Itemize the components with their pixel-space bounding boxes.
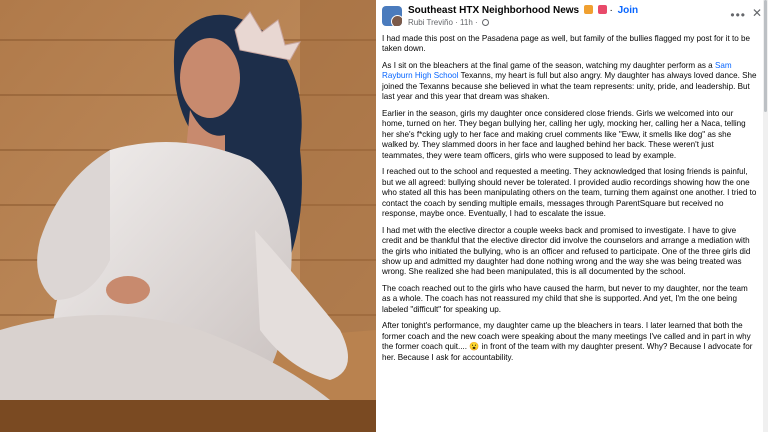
paragraph: Earlier in the season, girls my daughter… xyxy=(382,108,746,160)
post-time[interactable]: 11h xyxy=(460,18,473,27)
paragraph: I had met with the elective director a c… xyxy=(382,225,751,277)
group-line: Southeast HTX Neighborhood News · Join xyxy=(408,5,639,16)
paragraph: The coach reached out to the girls who h… xyxy=(382,283,748,314)
emoji-icon xyxy=(583,5,593,14)
emoji-icon xyxy=(597,5,607,14)
join-button[interactable]: Join xyxy=(618,5,639,16)
post-meta: Rubi Treviño · 11h · xyxy=(408,18,489,28)
group-avatar[interactable] xyxy=(382,6,402,26)
scrollbar[interactable] xyxy=(763,0,768,432)
paragraph: After tonight's performance, my daughter… xyxy=(382,321,753,362)
paragraph: As I sit on the bleachers at the final g… xyxy=(382,61,757,102)
post-header: Southeast HTX Neighborhood News · Join R… xyxy=(376,0,768,30)
post-panel: Southeast HTX Neighborhood News · Join R… xyxy=(376,0,768,432)
more-options-icon[interactable]: ••• xyxy=(730,8,746,22)
scrollbar-thumb[interactable] xyxy=(764,0,767,112)
paragraph: I reached out to the school and requeste… xyxy=(382,167,757,219)
post-body: I had made this post on the Pasadena pag… xyxy=(382,34,758,369)
author-avatar[interactable] xyxy=(391,15,402,26)
group-name[interactable]: Southeast HTX Neighborhood News xyxy=(408,5,579,16)
author-name[interactable]: Rubi Treviño xyxy=(408,18,453,27)
close-icon[interactable]: ✕ xyxy=(752,6,762,20)
post-photo[interactable] xyxy=(0,0,376,432)
globe-icon xyxy=(481,19,489,26)
paragraph: I had made this post on the Pasadena pag… xyxy=(382,34,751,54)
